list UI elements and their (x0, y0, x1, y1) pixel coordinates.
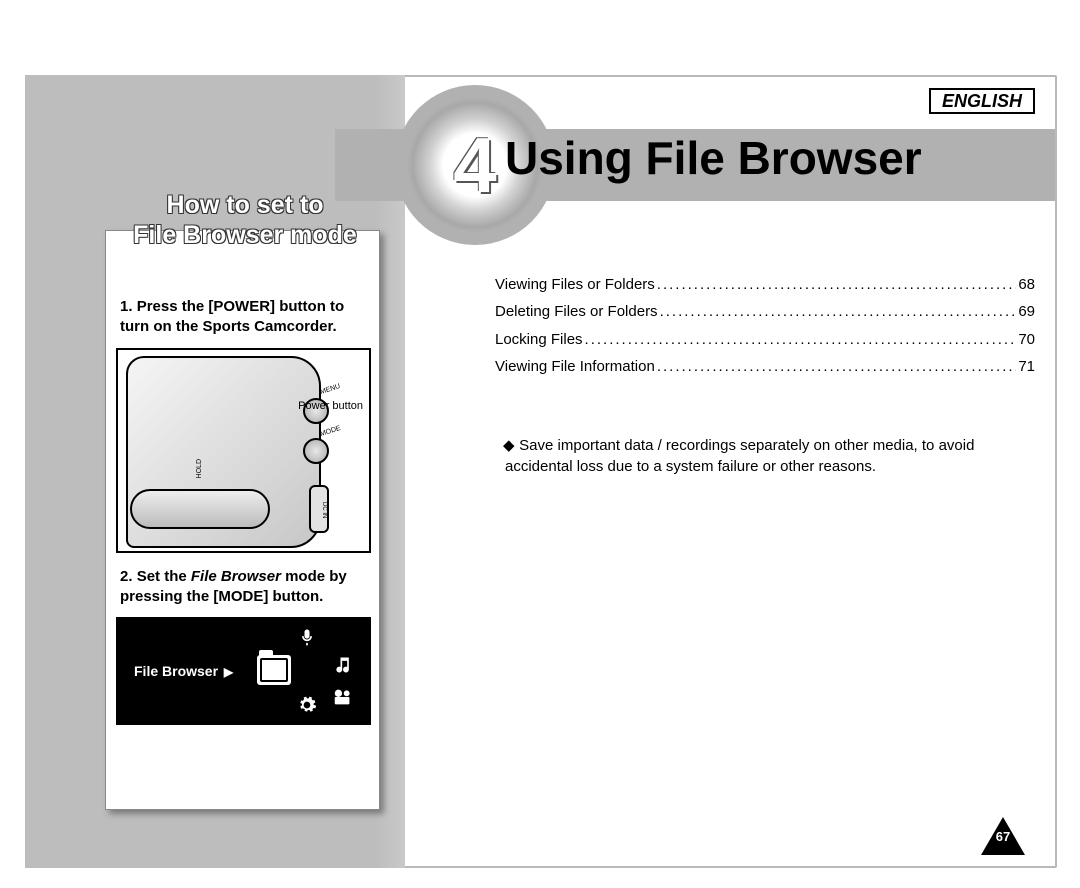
toc-row: Viewing File Information 71 (495, 355, 1035, 378)
mode-label: MODE (319, 424, 341, 437)
folder-stack (260, 658, 288, 682)
toc-row: Locking Files 70 (495, 328, 1035, 351)
gear-icon (293, 691, 321, 719)
toc-leader (657, 355, 1017, 378)
page-number: 67 (981, 829, 1025, 844)
music-icon (329, 651, 357, 679)
sidebar-heading: How to set to File Browser mode (105, 190, 385, 250)
strap-graphic (130, 489, 270, 529)
chapter-number: 4 (453, 120, 496, 211)
chevron-right-icon: ▶ (224, 665, 233, 679)
step-text: Press the [POWER] button to turn on the … (120, 298, 344, 335)
page-number-badge: 67 (981, 817, 1025, 855)
video-icon (329, 683, 357, 711)
sidebar-card: 1. Press the [POWER] button to turn on t… (105, 230, 380, 810)
toc-page: 71 (1018, 355, 1035, 378)
mode-selector-screen: File Browser ▶ (116, 617, 371, 725)
step-text-pre: Set the (137, 568, 191, 585)
step-number: 2. (120, 568, 133, 585)
toc-page: 68 (1018, 273, 1035, 296)
toc-leader (585, 328, 1017, 351)
toc-leader (657, 273, 1017, 296)
power-button-label: Power button (298, 400, 363, 412)
toc-page: 69 (1018, 300, 1035, 323)
toc-row: Viewing Files or Folders 68 (495, 273, 1035, 296)
step-2: 2. Set the File Browser mode by pressing… (120, 567, 365, 608)
step-text-em: File Browser (191, 568, 281, 585)
step-1: 1. Press the [POWER] button to turn on t… (120, 297, 365, 338)
manual-page: ENGLISH 4 Using File Browser Viewing Fil… (25, 25, 1075, 883)
toc-label: Viewing Files or Folders (495, 273, 655, 296)
sidebar-heading-line2: File Browser mode (105, 220, 385, 250)
toc-label: Locking Files (495, 328, 583, 351)
mode-icons-group (257, 623, 357, 719)
hold-label: HOLD (196, 459, 203, 478)
device-illustration: MENU MODE Power button DC IN HOLD (116, 348, 371, 553)
note-block: ◆ Save important data / recordings separ… (505, 435, 1035, 477)
mode-button-graphic (303, 438, 329, 464)
mode-selector-label: File Browser ▶ (134, 663, 233, 679)
table-of-contents: Viewing Files or Folders 68 Deleting Fil… (495, 273, 1035, 382)
toc-label: Viewing File Information (495, 355, 655, 378)
menu-label: MENU (320, 382, 342, 395)
mic-icon (293, 623, 321, 651)
toc-leader (660, 300, 1017, 323)
folder-icon (257, 655, 291, 685)
note-text: Save important data / recordings separat… (505, 437, 974, 475)
toc-page: 70 (1018, 328, 1035, 351)
dc-in-port: DC IN (309, 485, 329, 533)
bullet-icon: ◆ (503, 435, 515, 456)
toc-row: Deleting Files or Folders 69 (495, 300, 1035, 323)
sidebar-heading-line1: How to set to (105, 190, 385, 220)
language-text: ENGLISH (942, 91, 1022, 112)
sidebar-panel: How to set to File Browser mode 1. Press… (105, 190, 385, 815)
toc-label: Deleting Files or Folders (495, 300, 658, 323)
language-badge: ENGLISH (929, 88, 1035, 114)
mode-selector-text: File Browser (134, 663, 218, 679)
power-button-label-text: Power button (298, 400, 363, 412)
step-number: 1. (120, 298, 133, 315)
chapter-title: Using File Browser (505, 131, 922, 185)
